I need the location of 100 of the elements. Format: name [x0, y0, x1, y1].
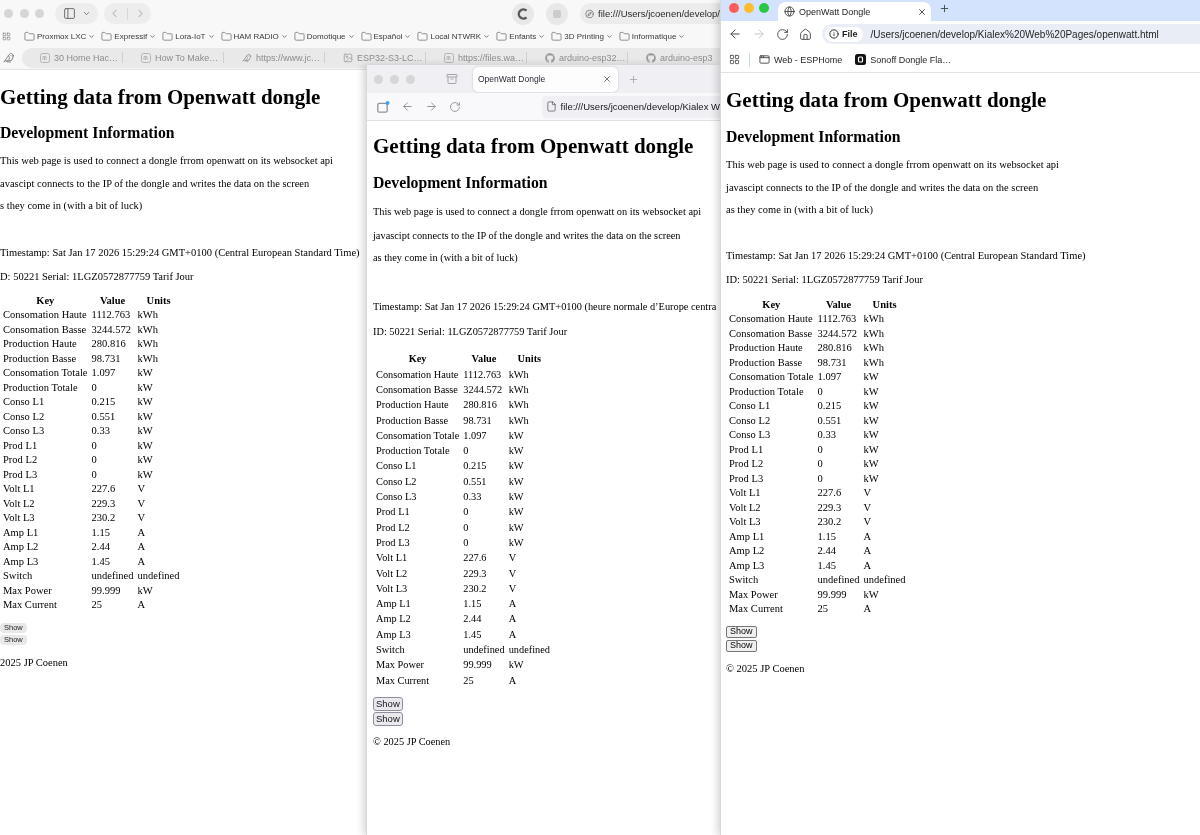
- table-cell-text: 0: [462, 535, 470, 550]
- tab-list-icon[interactable]: [446, 73, 458, 85]
- table-cell-text: 1.15: [90, 525, 111, 540]
- close-icon[interactable]: [917, 6, 927, 17]
- apps-grid-icon[interactable]: [2, 32, 11, 41]
- bookmark-folder[interactable]: HAM RADIO: [220, 31, 288, 42]
- close-button[interactable]: [4, 9, 13, 18]
- table-cell-text: kW: [507, 658, 525, 673]
- column-header: Units: [516, 352, 543, 367]
- bookmark-link[interactable]: Sonoff Dongle Fla…: [855, 54, 952, 65]
- table-cell-text: Volt L3: [375, 581, 409, 596]
- table-cell-text: V: [507, 566, 518, 581]
- back-icon[interactable]: [728, 27, 742, 41]
- table-cell-text: Amp L2: [728, 544, 766, 559]
- table-cell-text: Amp L3: [375, 627, 412, 642]
- show-button[interactable]: Show: [373, 696, 403, 711]
- table-cell-text: kW: [507, 459, 525, 474]
- bookmark-folder[interactable]: Enfants: [496, 31, 546, 42]
- address-field[interactable]: file:///Users/jcoenen/develop/: [580, 3, 720, 24]
- browser-tab[interactable]: OpenWatt Dongle: [778, 2, 931, 21]
- new-tab-icon[interactable]: [939, 3, 950, 14]
- table-cell-text: 0: [816, 457, 824, 472]
- site-info-button[interactable]: File: [825, 26, 863, 42]
- bookmark-folder[interactable]: Expressif: [101, 31, 157, 42]
- show-button[interactable]: Show: [726, 625, 757, 638]
- bookmark-folder[interactable]: Domotique: [293, 31, 355, 42]
- close-button[interactable]: [374, 74, 383, 84]
- table-cell-text: A: [136, 598, 147, 613]
- back-icon[interactable]: [401, 100, 414, 113]
- browser-tab[interactable]: OpenWatt Dongle: [473, 66, 618, 92]
- table-cell-text: Volt L3: [728, 515, 762, 530]
- table-cell: Consomation Totale: [728, 370, 815, 385]
- github-icon: [545, 52, 555, 63]
- bookmark-link[interactable]: Web - ESPHome: [759, 54, 843, 65]
- table-cell-text: kW: [507, 474, 525, 489]
- bookmark-folder[interactable]: Proxmox LXC: [24, 31, 96, 42]
- paragraph-text: javascipt connects to the IP of the dongle and writes the data on the screen: [373, 229, 681, 243]
- table-cell-text: Prod L1: [375, 505, 411, 520]
- table-cell-text: Production Haute: [375, 398, 450, 413]
- table-cell-text: kW: [136, 453, 154, 468]
- table-cell-text: 25: [90, 598, 104, 613]
- table-cell-text: 25: [816, 602, 830, 617]
- bookmark-folder[interactable]: Local NTWRK: [417, 31, 491, 42]
- close-button[interactable]: [729, 3, 739, 13]
- table-cell-text: 0: [90, 453, 98, 468]
- table-cell-text: Prod L1: [2, 438, 39, 453]
- table-cell-text: 1112.763: [90, 308, 132, 323]
- address-field[interactable]: File /Users/jcoenen/develop/Kialex%20Web%20Pages/openwatt.html: [822, 24, 1200, 44]
- bookmark-folder[interactable]: Informatique: [618, 31, 686, 42]
- bookmark-folder[interactable]: 3D Printing: [551, 31, 613, 42]
- reload-icon[interactable]: [776, 27, 789, 41]
- address-field[interactable]: file:///Users/jcoenen/develop/Kialex W: [541, 95, 720, 118]
- table-cell-text: Max Power: [728, 587, 779, 602]
- table-cell-text: 99.999: [90, 583, 122, 598]
- footer-text: © 2025 JP Coenen: [373, 734, 451, 749]
- table-cell-text: 1.097: [90, 366, 117, 381]
- table-cell-text: kW: [862, 428, 880, 443]
- extension-icon[interactable]: [512, 2, 534, 25]
- table-cell-text: 1.15: [462, 597, 483, 612]
- table-cell-text: Switch: [375, 643, 406, 657]
- folder-icon: [24, 31, 35, 42]
- chevron-down-icon: [280, 33, 288, 40]
- column-header: Value: [470, 352, 498, 367]
- table-cell-text: 227.6: [462, 551, 488, 566]
- forward-icon[interactable]: [424, 100, 438, 113]
- zoom-button[interactable]: [406, 74, 415, 84]
- zoom-button[interactable]: [759, 3, 769, 13]
- table-cell-text: 229.3: [816, 500, 843, 515]
- bird-icon[interactable]: [3, 51, 15, 64]
- sidebar-button[interactable]: [55, 3, 98, 24]
- show-button[interactable]: Show: [373, 711, 403, 726]
- table-cell-text: 0: [462, 520, 470, 535]
- table-cell-text: Amp L1: [375, 597, 412, 612]
- table-cell-text: 229.3: [462, 566, 488, 581]
- dark-tile-icon: [855, 54, 867, 65]
- table-cell-text: 0.33: [816, 428, 837, 443]
- show-button[interactable]: Show: [726, 639, 757, 652]
- table-cell-text: Amp L3: [728, 558, 766, 573]
- bookmark-folder[interactable]: Lora-IoT: [162, 31, 215, 42]
- table-cell-text: 229.3: [90, 496, 117, 511]
- folder-icon: [360, 31, 372, 42]
- table-cell-text: kWh: [862, 312, 885, 327]
- reload-icon[interactable]: [448, 100, 461, 113]
- table-cell-text: kW: [507, 535, 525, 550]
- home-icon[interactable]: [799, 27, 812, 41]
- table-cell-text: 98.731: [816, 355, 848, 370]
- minimize-button[interactable]: [390, 74, 399, 84]
- page-heading: Getting data from Openwatt dongle: [0, 85, 321, 109]
- minimize-button[interactable]: [744, 3, 754, 13]
- table-cell-text: A: [862, 558, 873, 573]
- table-cell-text: 230.2: [90, 511, 117, 526]
- zoom-button[interactable]: [35, 9, 44, 18]
- sidebar-icon[interactable]: [377, 100, 390, 113]
- table-cell-text: Conso L3: [2, 424, 46, 439]
- minimize-button[interactable]: [19, 9, 29, 18]
- table-cell-text: Switch: [728, 573, 760, 588]
- apps-grid-icon[interactable]: [729, 54, 740, 65]
- bookmark-folder[interactable]: Español: [360, 31, 412, 42]
- close-icon[interactable]: [602, 74, 612, 84]
- table-cell-text: 0.551: [816, 413, 843, 428]
